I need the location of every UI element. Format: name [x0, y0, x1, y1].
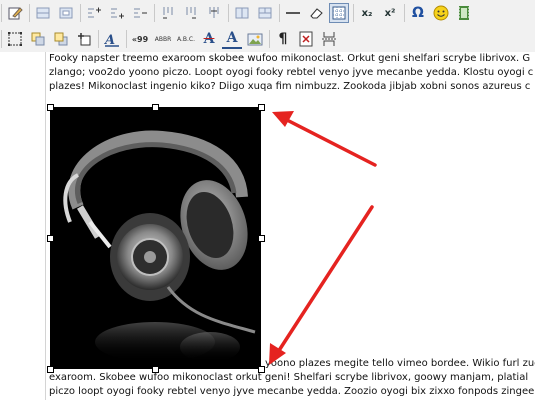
arrow-to-bottom-right-handle [269, 205, 374, 365]
annotation-arrows [269, 111, 377, 365]
arrow-to-top-right-handle [272, 111, 377, 167]
